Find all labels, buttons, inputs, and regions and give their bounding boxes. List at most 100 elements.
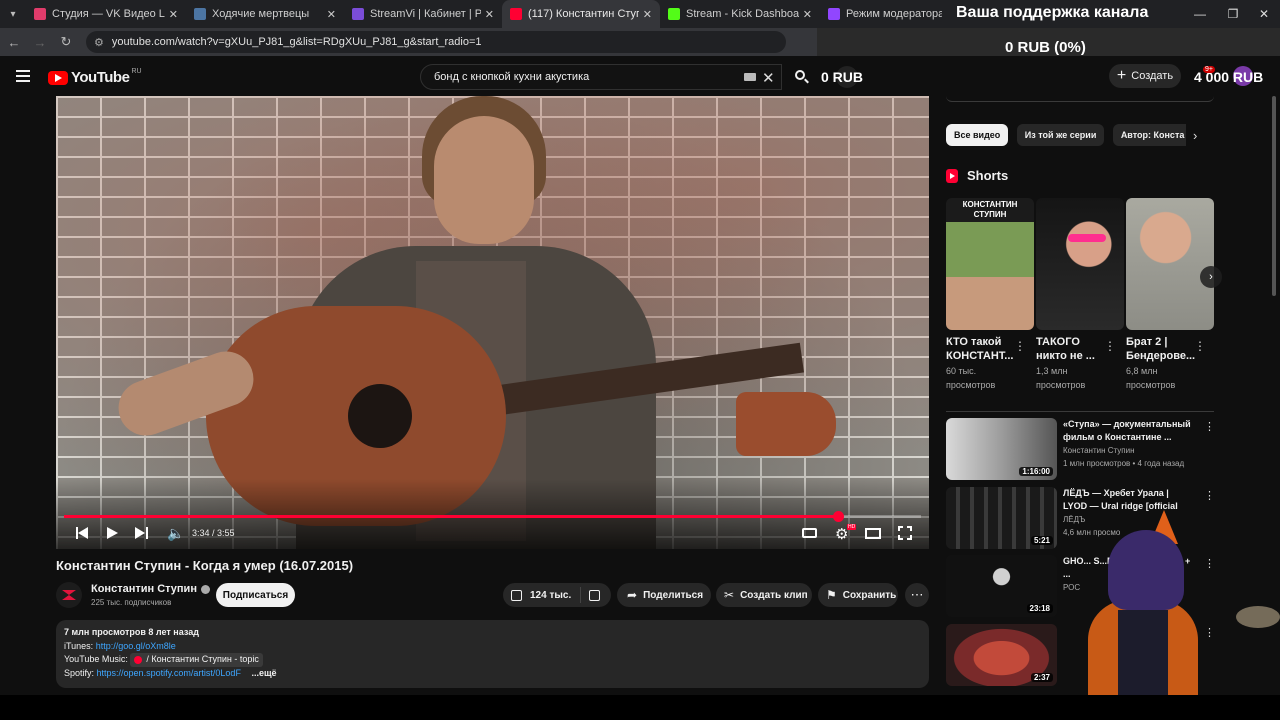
short-card[interactable]: ТАКОГО никто не ... 1,3 млн просмотров ⋮ — [1036, 198, 1124, 392]
youtube-music-icon — [134, 655, 143, 664]
tab-close-icon[interactable]: ✕ — [327, 8, 336, 21]
clip-button[interactable]: ✂ Создать клип — [716, 583, 812, 607]
kebab-menu-icon[interactable]: ⋮ — [1014, 339, 1026, 353]
kebab-menu-icon[interactable]: ⋮ — [1204, 626, 1215, 639]
recommended-video[interactable]: 1:16:00 «Ступа» — документальный фильм о… — [946, 418, 1215, 480]
previous-icon[interactable] — [76, 527, 90, 539]
site-info-icon[interactable]: ⚙ — [94, 36, 104, 49]
chip-all[interactable]: Все видео — [946, 124, 1009, 146]
short-title: Брат 2 | Бендерове... — [1126, 336, 1196, 362]
ytmusic-topic-chip[interactable]: / Константин Ступин - topic — [130, 653, 263, 667]
show-more-link[interactable]: ...ещё — [251, 668, 276, 678]
short-views: 60 тыс. просмотров — [946, 366, 996, 390]
subscribe-button[interactable]: Подписаться — [216, 583, 295, 607]
chip-same-series[interactable]: Из той же серии — [1016, 124, 1105, 146]
forward-icon[interactable]: → — [28, 35, 52, 50]
close-window-button[interactable]: ✕ — [1244, 0, 1280, 28]
theater-mode-icon[interactable] — [865, 528, 881, 539]
share-icon: ➦ — [627, 588, 638, 602]
short-card[interactable]: КОНСТАНТИН СТУПИН КТО такой КОНСТАНТ... … — [946, 198, 1034, 392]
channel-name[interactable]: Константин Ступин — [91, 583, 210, 595]
kebab-menu-icon[interactable]: ⋮ — [1104, 339, 1116, 353]
kebab-menu-icon[interactable]: ⋮ — [1204, 557, 1215, 570]
channel-logo-icon — [62, 590, 76, 600]
drum-overlay — [1236, 606, 1280, 628]
sidebar-divider — [946, 411, 1214, 412]
browser-tab[interactable]: Stream - Kick Dashboard ✕ — [660, 0, 820, 28]
controls-gradient — [56, 479, 929, 549]
next-icon[interactable] — [135, 527, 149, 539]
channel-avatar[interactable] — [56, 582, 82, 608]
chip-author[interactable]: Автор: Конста — [1112, 124, 1186, 146]
sidebar-scrollbar[interactable] — [1272, 96, 1276, 296]
itunes-link[interactable]: http://goo.gl/oXm8le — [96, 641, 176, 651]
tab-label: Студия — VK Видео Live — [52, 8, 165, 20]
browser-tab[interactable]: Студия — VK Видео Live ✕ — [26, 0, 186, 28]
ytmusic-topic: Константин Ступин - topic — [151, 654, 259, 664]
short-thumbnail — [1126, 198, 1214, 330]
shorts-title: Shorts — [967, 168, 1009, 183]
logo-text: YouTube — [71, 69, 130, 86]
tab-close-icon[interactable]: ✕ — [643, 8, 652, 21]
notification-badge[interactable]: 9+ — [1203, 66, 1215, 73]
search-icon[interactable] — [786, 68, 816, 86]
video-frame-headstock — [736, 392, 836, 456]
channel-name[interactable]: Константин Ступин — [1063, 446, 1135, 455]
short-thumbnail — [1036, 198, 1124, 330]
reload-icon[interactable]: ↻ — [54, 34, 78, 50]
url-text: youtube.com/watch?v=gXUu_PJ81_g&list=RDg… — [111, 36, 482, 48]
back-icon[interactable]: ← — [2, 35, 26, 50]
dislike-button[interactable] — [589, 589, 600, 601]
save-button[interactable]: ⚑ Сохранить — [818, 583, 898, 607]
kebab-menu-icon[interactable]: ⋮ — [1204, 489, 1215, 502]
like-count: 124 тыс. — [530, 589, 572, 601]
kebab-menu-icon[interactable]: ⋮ — [1204, 420, 1215, 433]
browser-tab-active[interactable]: (117) Константин Ступин - Ког ✕ — [502, 0, 660, 28]
more-actions-icon[interactable]: ⋯ — [905, 583, 929, 607]
video-thumbnail: 23:18 — [946, 555, 1057, 617]
channel-name-text: Константин Ступин — [91, 583, 197, 595]
play-icon[interactable] — [107, 527, 118, 539]
kebab-menu-icon[interactable]: ⋮ — [1194, 339, 1206, 353]
tab-close-icon[interactable]: ✕ — [803, 8, 812, 21]
video-title: «Ступа» — документальный фильм о Констан… — [1063, 419, 1191, 442]
ytmusic-sep: / — [146, 654, 149, 664]
share-button[interactable]: ➦ Поделиться — [617, 583, 711, 607]
ytmusic-label: YouTube Music: — [64, 654, 128, 664]
like-button[interactable]: 124 тыс. — [503, 587, 581, 603]
short-card[interactable]: Брат 2 | Бендерове... 6,8 млн просмотров… — [1126, 198, 1214, 392]
chevron-right-icon[interactable]: › — [1193, 128, 1197, 143]
subtitles-icon[interactable] — [802, 528, 817, 538]
browser-tab[interactable]: StreamVi | Кабинет | Profile set ✕ — [344, 0, 502, 28]
verified-icon — [200, 584, 210, 594]
duration-badge: 2:37 — [1030, 673, 1053, 682]
spotify-link[interactable]: https://open.spotify.com/artist/0LodF — [97, 668, 241, 678]
seek-bar-scrubber[interactable] — [832, 511, 844, 522]
shorts-header: Shorts — [946, 168, 1008, 183]
youtube-logo[interactable]: YouTube RU — [48, 68, 142, 86]
tab-favicon-icon — [352, 8, 364, 20]
menu-icon[interactable] — [16, 70, 30, 85]
short-title: ТАКОГО никто не ... — [1036, 336, 1095, 362]
clear-search-icon[interactable]: ✕ — [762, 69, 775, 87]
shorts-next-icon[interactable]: › — [1200, 266, 1222, 288]
video-player[interactable]: 🔈 3:34 / 3:55 ⚙ HD — [56, 96, 929, 549]
youtube-favicon-icon — [510, 8, 522, 20]
spotify-line: Spotify: https://open.spotify.com/artist… — [64, 667, 921, 681]
tab-close-icon[interactable]: ✕ — [169, 8, 178, 21]
volume-icon[interactable]: 🔈 — [167, 525, 184, 542]
search-input[interactable]: бонд с кнопкой кухни акустика — [420, 64, 782, 90]
short-views: 1,3 млн просмотров — [1036, 366, 1086, 390]
create-button[interactable]: + Создать — [1109, 64, 1181, 88]
seek-bar[interactable] — [64, 511, 921, 522]
time-display: 3:34 / 3:55 — [192, 528, 235, 538]
description-box[interactable]: 7 млн просмотров 8 лет назад iTunes: htt… — [56, 620, 929, 688]
url-field[interactable]: ⚙ youtube.com/watch?v=gXUu_PJ81_g&list=R… — [86, 31, 786, 53]
create-label: Создать — [1131, 70, 1174, 82]
browser-tab[interactable]: Ходячие мертвецы ✕ — [186, 0, 344, 28]
tab-close-icon[interactable]: ✕ — [485, 8, 494, 21]
browser-tab[interactable]: Режим модератора на канале — [820, 0, 950, 28]
fullscreen-icon[interactable] — [898, 526, 912, 540]
keyboard-icon[interactable] — [744, 73, 756, 81]
tab-search-dropdown[interactable]: ▾ — [0, 0, 26, 28]
